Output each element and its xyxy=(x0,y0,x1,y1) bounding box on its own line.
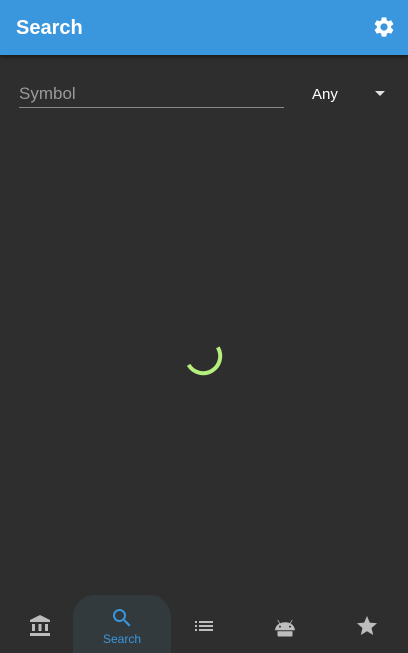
bottom-navigation: Search xyxy=(0,595,408,653)
symbol-input[interactable] xyxy=(19,80,284,107)
android-icon xyxy=(275,619,295,637)
dropdown-arrow-icon xyxy=(375,91,385,96)
search-icon xyxy=(113,609,131,627)
list-icon xyxy=(195,621,213,631)
settings-button[interactable] xyxy=(372,15,396,39)
nav-item-exchanges[interactable] xyxy=(0,595,80,653)
nav-item-android[interactable] xyxy=(245,595,325,653)
app-bar: Search xyxy=(0,0,408,55)
nav-item-favorites[interactable] xyxy=(327,595,407,653)
nav-item-list[interactable] xyxy=(164,595,244,653)
loading-spinner xyxy=(186,346,223,376)
star-icon xyxy=(357,616,377,635)
nav-label-search: Search xyxy=(102,632,142,646)
symbol-field[interactable] xyxy=(19,80,284,108)
page-title: Search xyxy=(16,17,83,39)
bank-icon xyxy=(30,615,50,636)
type-dropdown[interactable]: Any xyxy=(312,82,392,108)
nav-item-search[interactable]: Search xyxy=(73,595,171,653)
type-dropdown-value: Any xyxy=(312,86,338,103)
gear-icon xyxy=(374,17,394,37)
